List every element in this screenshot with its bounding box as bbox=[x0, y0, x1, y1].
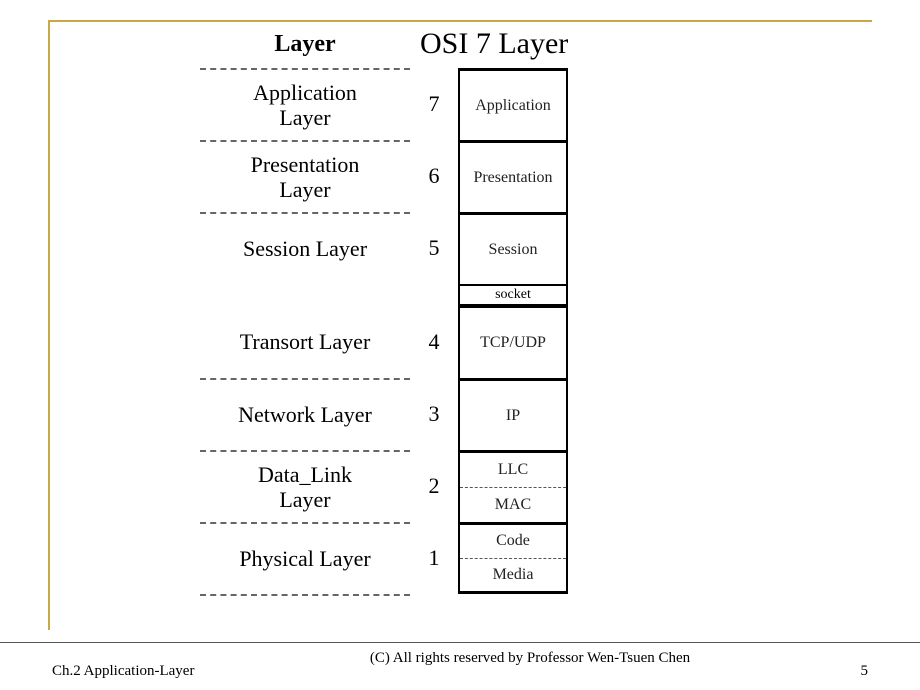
diagram: Layer OSI 7 Layer Application Layer 7 Ap… bbox=[200, 20, 680, 596]
box-application: Application bbox=[458, 68, 568, 140]
box-presentation: Presentation bbox=[458, 140, 568, 212]
layer-presentation: Presentation Layer bbox=[200, 140, 410, 212]
footer-chapter: Ch.2 Application-Layer bbox=[0, 649, 260, 680]
row-1: Physical Layer 1 Code Media bbox=[200, 522, 680, 594]
box-session: Session bbox=[458, 212, 568, 284]
footer: Ch.2 Application-Layer (C) All rights re… bbox=[0, 642, 920, 680]
box-socket: socket bbox=[458, 284, 568, 306]
row-6: Presentation Layer 6 Presentation bbox=[200, 140, 680, 212]
box-transport: TCP/UDP bbox=[458, 306, 568, 378]
header-layer: Layer bbox=[200, 31, 410, 58]
row-4: Transort Layer 4 TCP/UDP bbox=[200, 306, 680, 378]
row-2: Data_Link Layer 2 LLC MAC bbox=[200, 450, 680, 522]
num-2: 2 bbox=[410, 450, 458, 522]
num-1: 1 bbox=[410, 522, 458, 594]
row-7: Application Layer 7 Application bbox=[200, 68, 680, 140]
num-7: 7 bbox=[410, 68, 458, 140]
layer-datalink: Data_Link Layer bbox=[200, 450, 410, 522]
footer-copyright: (C) All rights reserved by Professor Wen… bbox=[260, 649, 800, 668]
bottom-dash bbox=[200, 594, 410, 596]
footer-page: 5 bbox=[800, 649, 920, 680]
box-datalink: LLC MAC bbox=[458, 450, 568, 522]
num-4: 4 bbox=[410, 306, 458, 378]
row-5: Session Layer 5 Session bbox=[200, 212, 680, 284]
diagram-headers: Layer OSI 7 Layer bbox=[200, 20, 680, 68]
row-socket: socket bbox=[200, 284, 680, 306]
layer-network: Network Layer bbox=[200, 378, 410, 450]
row-3: Network Layer 3 IP bbox=[200, 378, 680, 450]
box-network: IP bbox=[458, 378, 568, 450]
layer-transport: Transort Layer bbox=[200, 306, 410, 378]
layer-physical: Physical Layer bbox=[200, 522, 410, 594]
num-6: 6 bbox=[410, 140, 458, 212]
box-physical: Code Media bbox=[458, 522, 568, 594]
header-osi: OSI 7 Layer bbox=[410, 27, 680, 61]
num-5: 5 bbox=[410, 212, 458, 284]
layer-application: Application Layer bbox=[200, 68, 410, 140]
layer-session: Session Layer bbox=[200, 212, 410, 284]
num-3: 3 bbox=[410, 378, 458, 450]
